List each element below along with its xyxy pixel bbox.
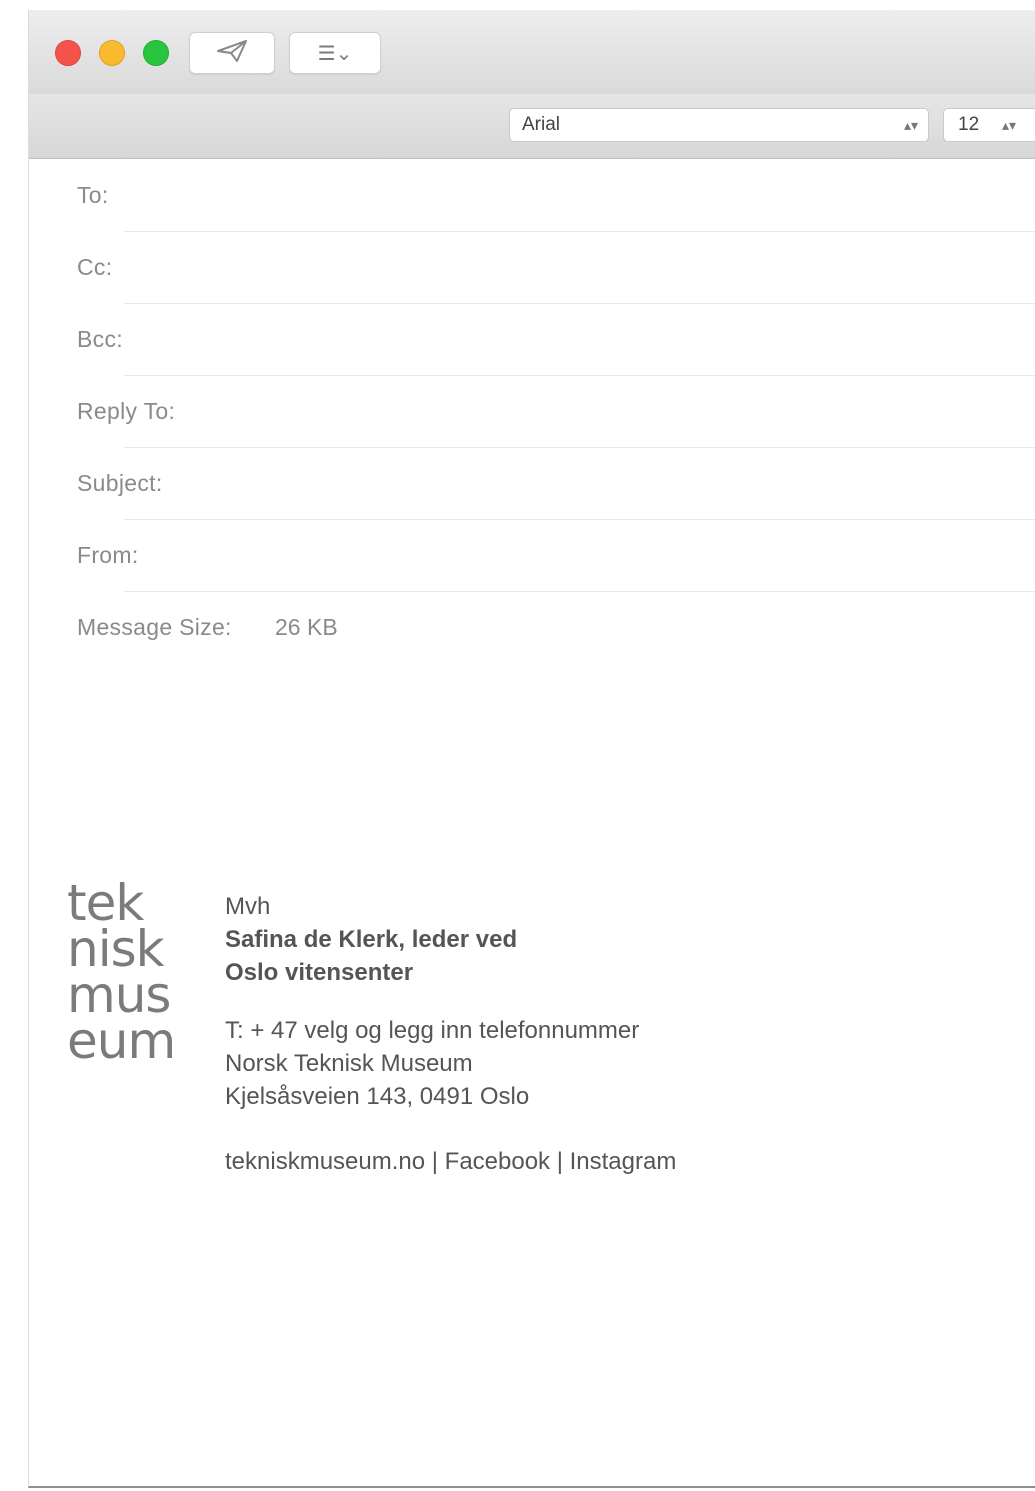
message-size-label: Message Size: xyxy=(77,614,232,640)
signature-organization: Norsk Teknisk Museum xyxy=(225,1050,473,1077)
reply-to-label: Reply To: xyxy=(77,398,176,424)
bcc-field[interactable]: Bcc: xyxy=(29,304,1035,376)
signature-phone: T: + 47 velg og legg inn telefonnummer xyxy=(225,1017,640,1044)
from-field[interactable]: From: xyxy=(29,520,1035,592)
to-field[interactable]: To: xyxy=(29,160,1035,232)
updown-arrows-icon: ▴▾ xyxy=(1002,117,1017,133)
mail-compose-window: ☰⌄ Arial ▴▾ 12 ▴▾ To: Cc: Bcc: Reply To:… xyxy=(28,10,1035,1488)
zoom-window-button[interactable] xyxy=(143,40,169,66)
signature-title: Oslo vitensenter xyxy=(225,959,414,986)
header-fields-menu-button[interactable]: ☰⌄ xyxy=(289,32,381,74)
format-bar: Arial ▴▾ 12 ▴▾ xyxy=(29,94,1035,159)
logo-text-line: eum xyxy=(67,1012,176,1070)
signature-address: Kjelsåsveien 143, 0491 Oslo xyxy=(225,1083,530,1110)
subject-label: Subject: xyxy=(77,470,163,496)
message-size-value: 26 KB xyxy=(275,614,338,640)
teknisk-museum-logo: tek nisk mus eum xyxy=(67,878,207,1080)
list-dropdown-icon: ☰⌄ xyxy=(317,42,353,65)
signature-links[interactable]: tekniskmuseum.no | Facebook | Instagram xyxy=(225,1145,845,1178)
font-size-value: 12 xyxy=(958,114,980,135)
signature-greeting: Mvh xyxy=(225,893,271,920)
signature-name: Safina de Klerk, leder ved xyxy=(225,926,518,953)
message-size-row: Message Size: 26 KB xyxy=(29,592,1035,664)
font-family-select[interactable]: Arial ▴▾ xyxy=(509,108,929,142)
cc-field[interactable]: Cc: xyxy=(29,232,1035,304)
subject-field[interactable]: Subject: xyxy=(29,448,1035,520)
cc-label: Cc: xyxy=(77,254,113,280)
updown-arrows-icon: ▴▾ xyxy=(903,117,918,133)
from-label: From: xyxy=(77,542,139,568)
font-family-value: Arial xyxy=(522,114,561,135)
reply-to-field[interactable]: Reply To: xyxy=(29,376,1035,448)
paper-plane-icon xyxy=(215,38,249,69)
close-window-button[interactable] xyxy=(55,40,81,66)
minimize-window-button[interactable] xyxy=(99,40,125,66)
signature-text: Mvh Safina de Klerk, leder ved Oslo vite… xyxy=(225,890,845,1178)
bcc-label: Bcc: xyxy=(77,326,123,352)
font-size-select[interactable]: 12 ▴▾ xyxy=(943,108,1035,142)
window-toolbar: ☰⌄ xyxy=(29,10,1035,95)
send-button[interactable] xyxy=(189,32,275,74)
to-label: To: xyxy=(77,182,109,208)
